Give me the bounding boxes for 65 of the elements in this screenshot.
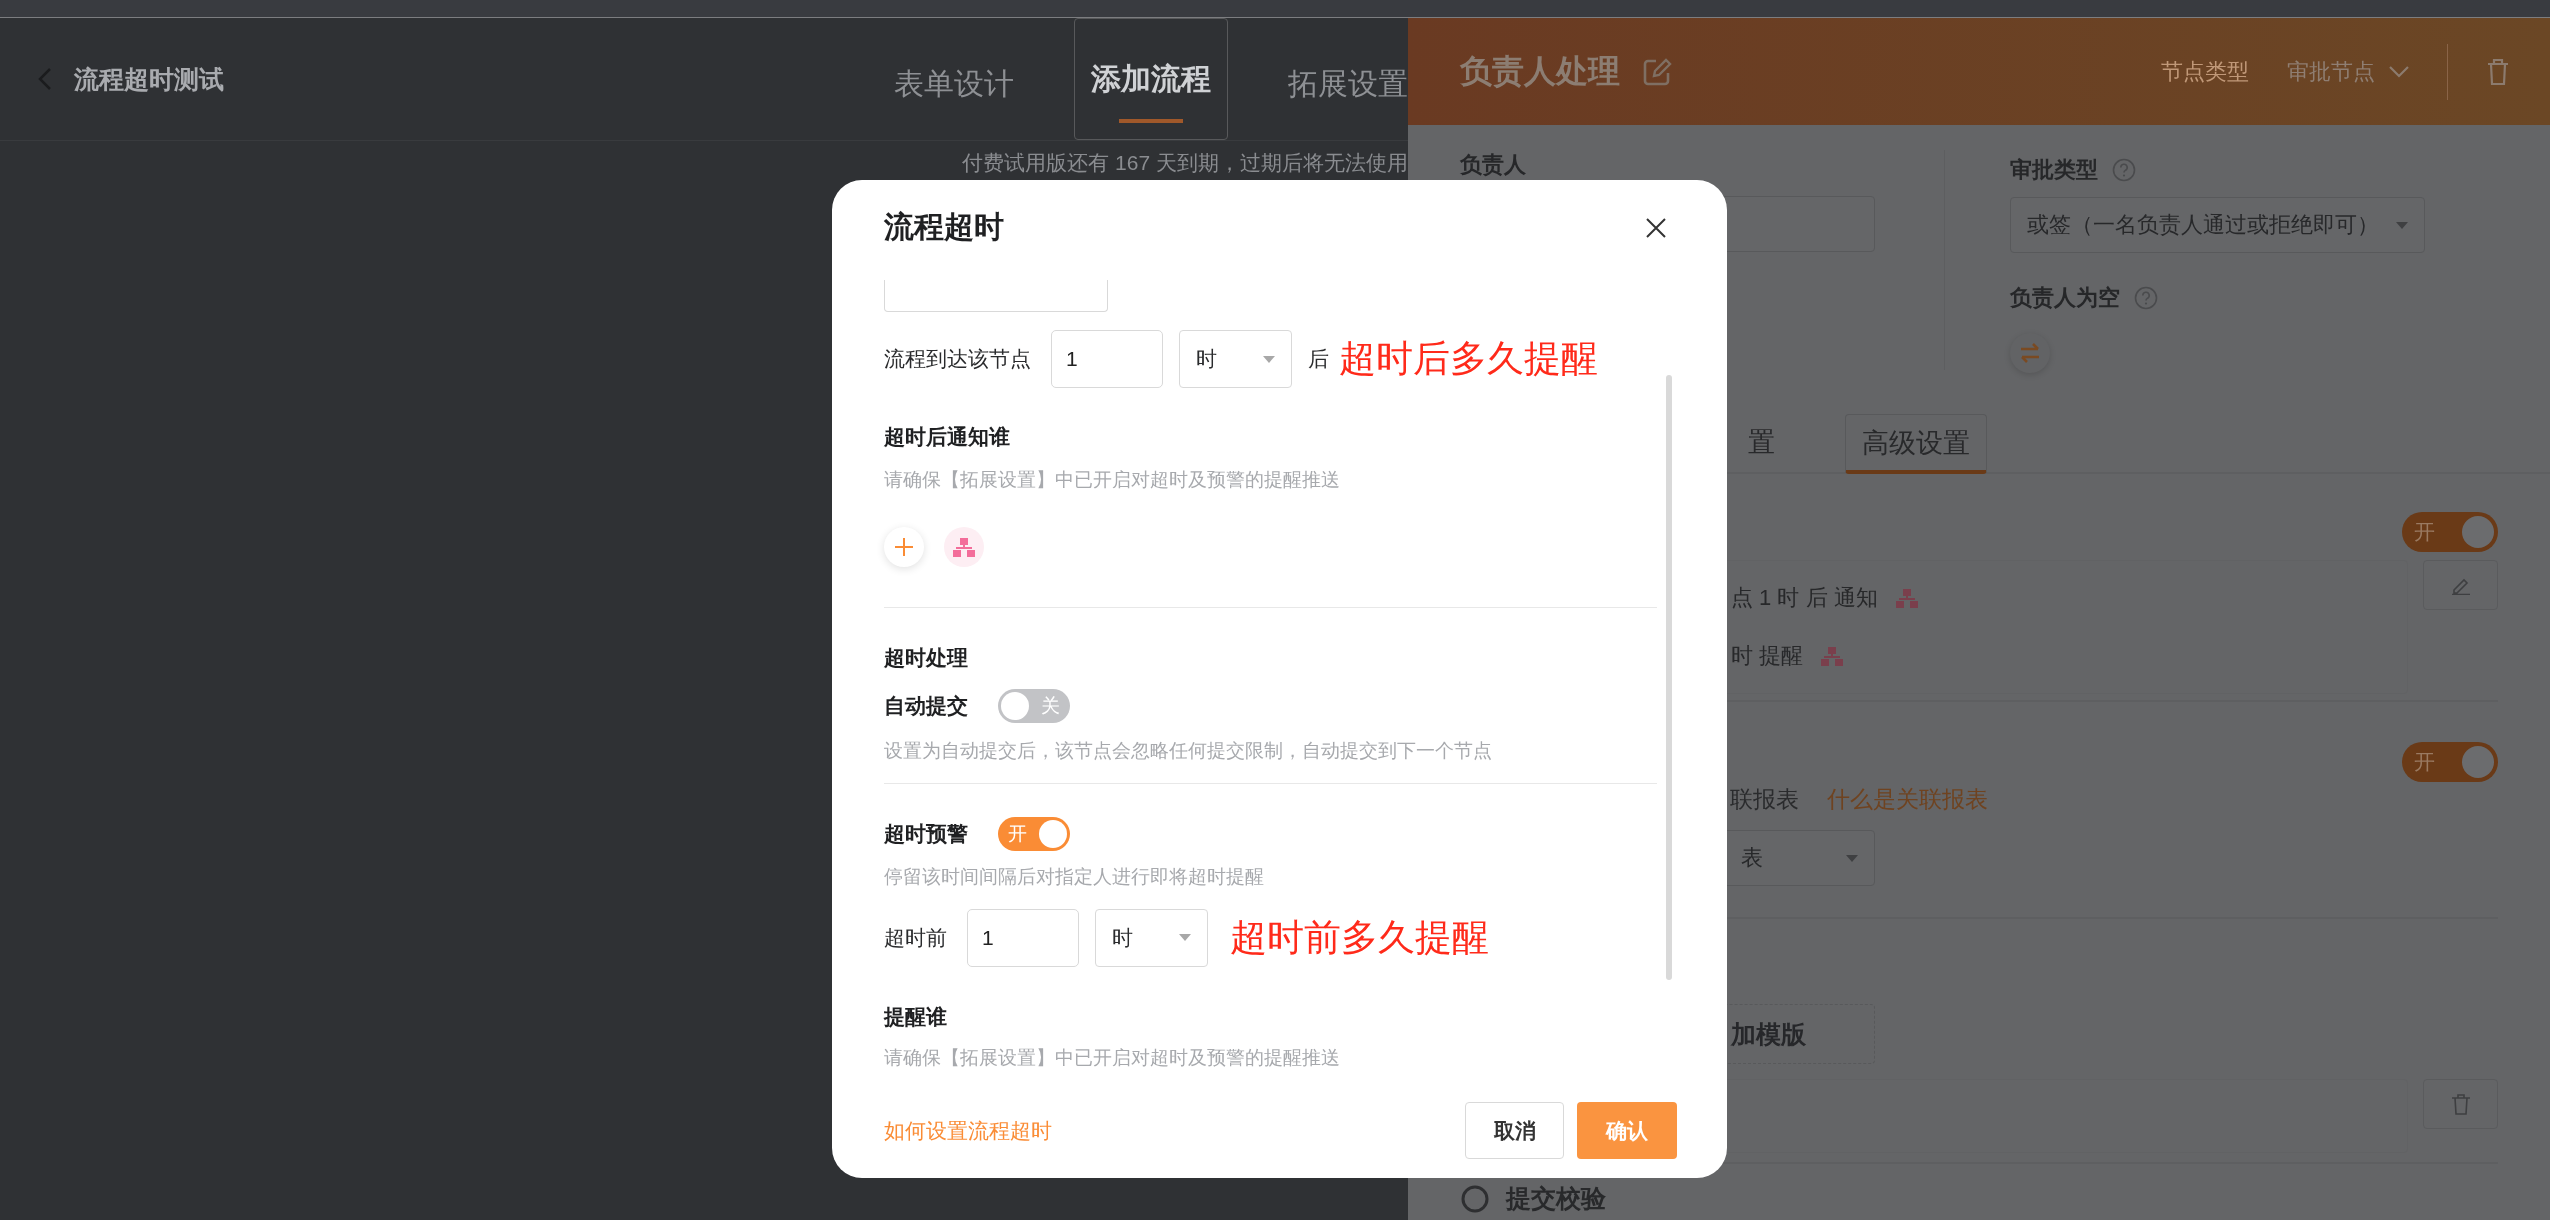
close-icon bbox=[1645, 216, 1667, 239]
toggle-switch[interactable]: 开 bbox=[998, 817, 1070, 851]
node-type-dropdown[interactable]: 审批节点 bbox=[2287, 56, 2409, 87]
trial-notice: 付费试用版还有 167 天到期，过期后将无法使用 bbox=[961, 150, 1408, 176]
approval-type-select[interactable]: 或签（一名负责人通过或拒绝即可） bbox=[2010, 197, 2425, 253]
chevron-down-icon bbox=[2389, 65, 2409, 78]
circle-icon bbox=[1460, 1183, 1490, 1214]
hint-text: 设置为自动提交后，该节点会忽略任何提交限制，自动提交到下一个节点 bbox=[884, 739, 1493, 763]
section-title: 超时预警 bbox=[884, 821, 968, 847]
rule-text: 时 提醒 bbox=[1731, 642, 1804, 670]
trash-icon bbox=[2486, 57, 2510, 86]
page-title: 流程超时测试 bbox=[74, 63, 224, 95]
delete-button[interactable] bbox=[2486, 57, 2510, 86]
org-chart-icon bbox=[1895, 588, 1918, 608]
node-type-label: 节点类型 bbox=[2161, 57, 2249, 86]
annotation-text: 超时后多久提醒 bbox=[1339, 337, 1598, 381]
dialog-title: 流程超时 bbox=[884, 209, 1004, 245]
rule-text: 点 1 时 后 通知 bbox=[1731, 584, 1878, 612]
annotation-text: 超时前多久提醒 bbox=[1230, 915, 1489, 960]
help-link[interactable]: 什么是关联报表 bbox=[1827, 784, 1988, 815]
hint-text: 请确保【拓展设置】中已开启对超时及预警的提醒推送 bbox=[884, 1046, 1341, 1070]
org-chart-icon bbox=[953, 537, 975, 557]
field-label: 超时前 bbox=[884, 924, 947, 951]
section-title: 超时处理 bbox=[884, 645, 969, 671]
add-button[interactable] bbox=[884, 527, 924, 567]
plus-icon bbox=[895, 538, 913, 556]
toggle-label: 自动提交 bbox=[884, 693, 968, 719]
number-input[interactable]: 1 bbox=[967, 908, 1079, 967]
section-title: 超时后通知谁 bbox=[884, 424, 1011, 450]
node-title: 负责人处理 bbox=[1460, 51, 1620, 91]
nav-tab[interactable]: 表单设计 bbox=[894, 18, 1014, 140]
field-label: 负责人 bbox=[1460, 151, 1527, 179]
field-label: 后 bbox=[1308, 346, 1329, 372]
help-icon bbox=[2134, 286, 2158, 310]
toggle-switch[interactable]: 关 bbox=[998, 689, 1070, 723]
nav-tab[interactable]: 添加流程 bbox=[1074, 18, 1228, 140]
number-input[interactable]: 1 bbox=[1051, 330, 1163, 388]
toggle-switch[interactable]: 开 bbox=[2402, 742, 2498, 782]
toggle-switch[interactable]: 开 bbox=[2402, 512, 2498, 552]
edit-button[interactable] bbox=[2423, 560, 2498, 610]
unit-select[interactable]: 时 bbox=[1179, 330, 1292, 388]
cancel-button[interactable]: 取消 bbox=[1465, 1102, 1564, 1159]
settings-tab[interactable]: 高级设置 bbox=[1845, 414, 1987, 474]
select-field[interactable] bbox=[884, 280, 1108, 312]
hint-text: 请确保【拓展设置】中已开启对超时及预警的提醒推送 bbox=[884, 468, 1341, 492]
unit-select[interactable]: 时 bbox=[1095, 908, 1208, 967]
swap-arrows-icon bbox=[2019, 343, 2041, 363]
hint-text: 停留该时间间隔后对指定人进行即将超时提醒 bbox=[884, 865, 1265, 889]
settings-tab[interactable]: 置 bbox=[1748, 414, 1775, 474]
field-label: 流程到达该节点 bbox=[884, 346, 1031, 372]
nav-tab[interactable]: 拓展设置 bbox=[1288, 18, 1408, 140]
delete-template-button[interactable] bbox=[2423, 1079, 2498, 1129]
help-icon bbox=[2112, 158, 2136, 182]
report-label: 联报表 bbox=[1730, 785, 1799, 814]
field-label: 负责人为空 bbox=[2010, 284, 2120, 312]
section-title: 提交校验 bbox=[1506, 1183, 1606, 1214]
org-chart-icon bbox=[1821, 646, 1844, 666]
edit-icon bbox=[1642, 56, 1672, 87]
trash-icon bbox=[2450, 1093, 2471, 1115]
close-button[interactable] bbox=[1645, 216, 1667, 239]
field-label: 审批类型 bbox=[2010, 156, 2098, 184]
help-link[interactable]: 如何设置流程超时 bbox=[884, 1116, 1052, 1145]
confirm-button[interactable]: 确认 bbox=[1577, 1102, 1677, 1159]
section-title: 提醒谁 bbox=[884, 1004, 948, 1030]
org-chart-button[interactable] bbox=[944, 527, 984, 567]
